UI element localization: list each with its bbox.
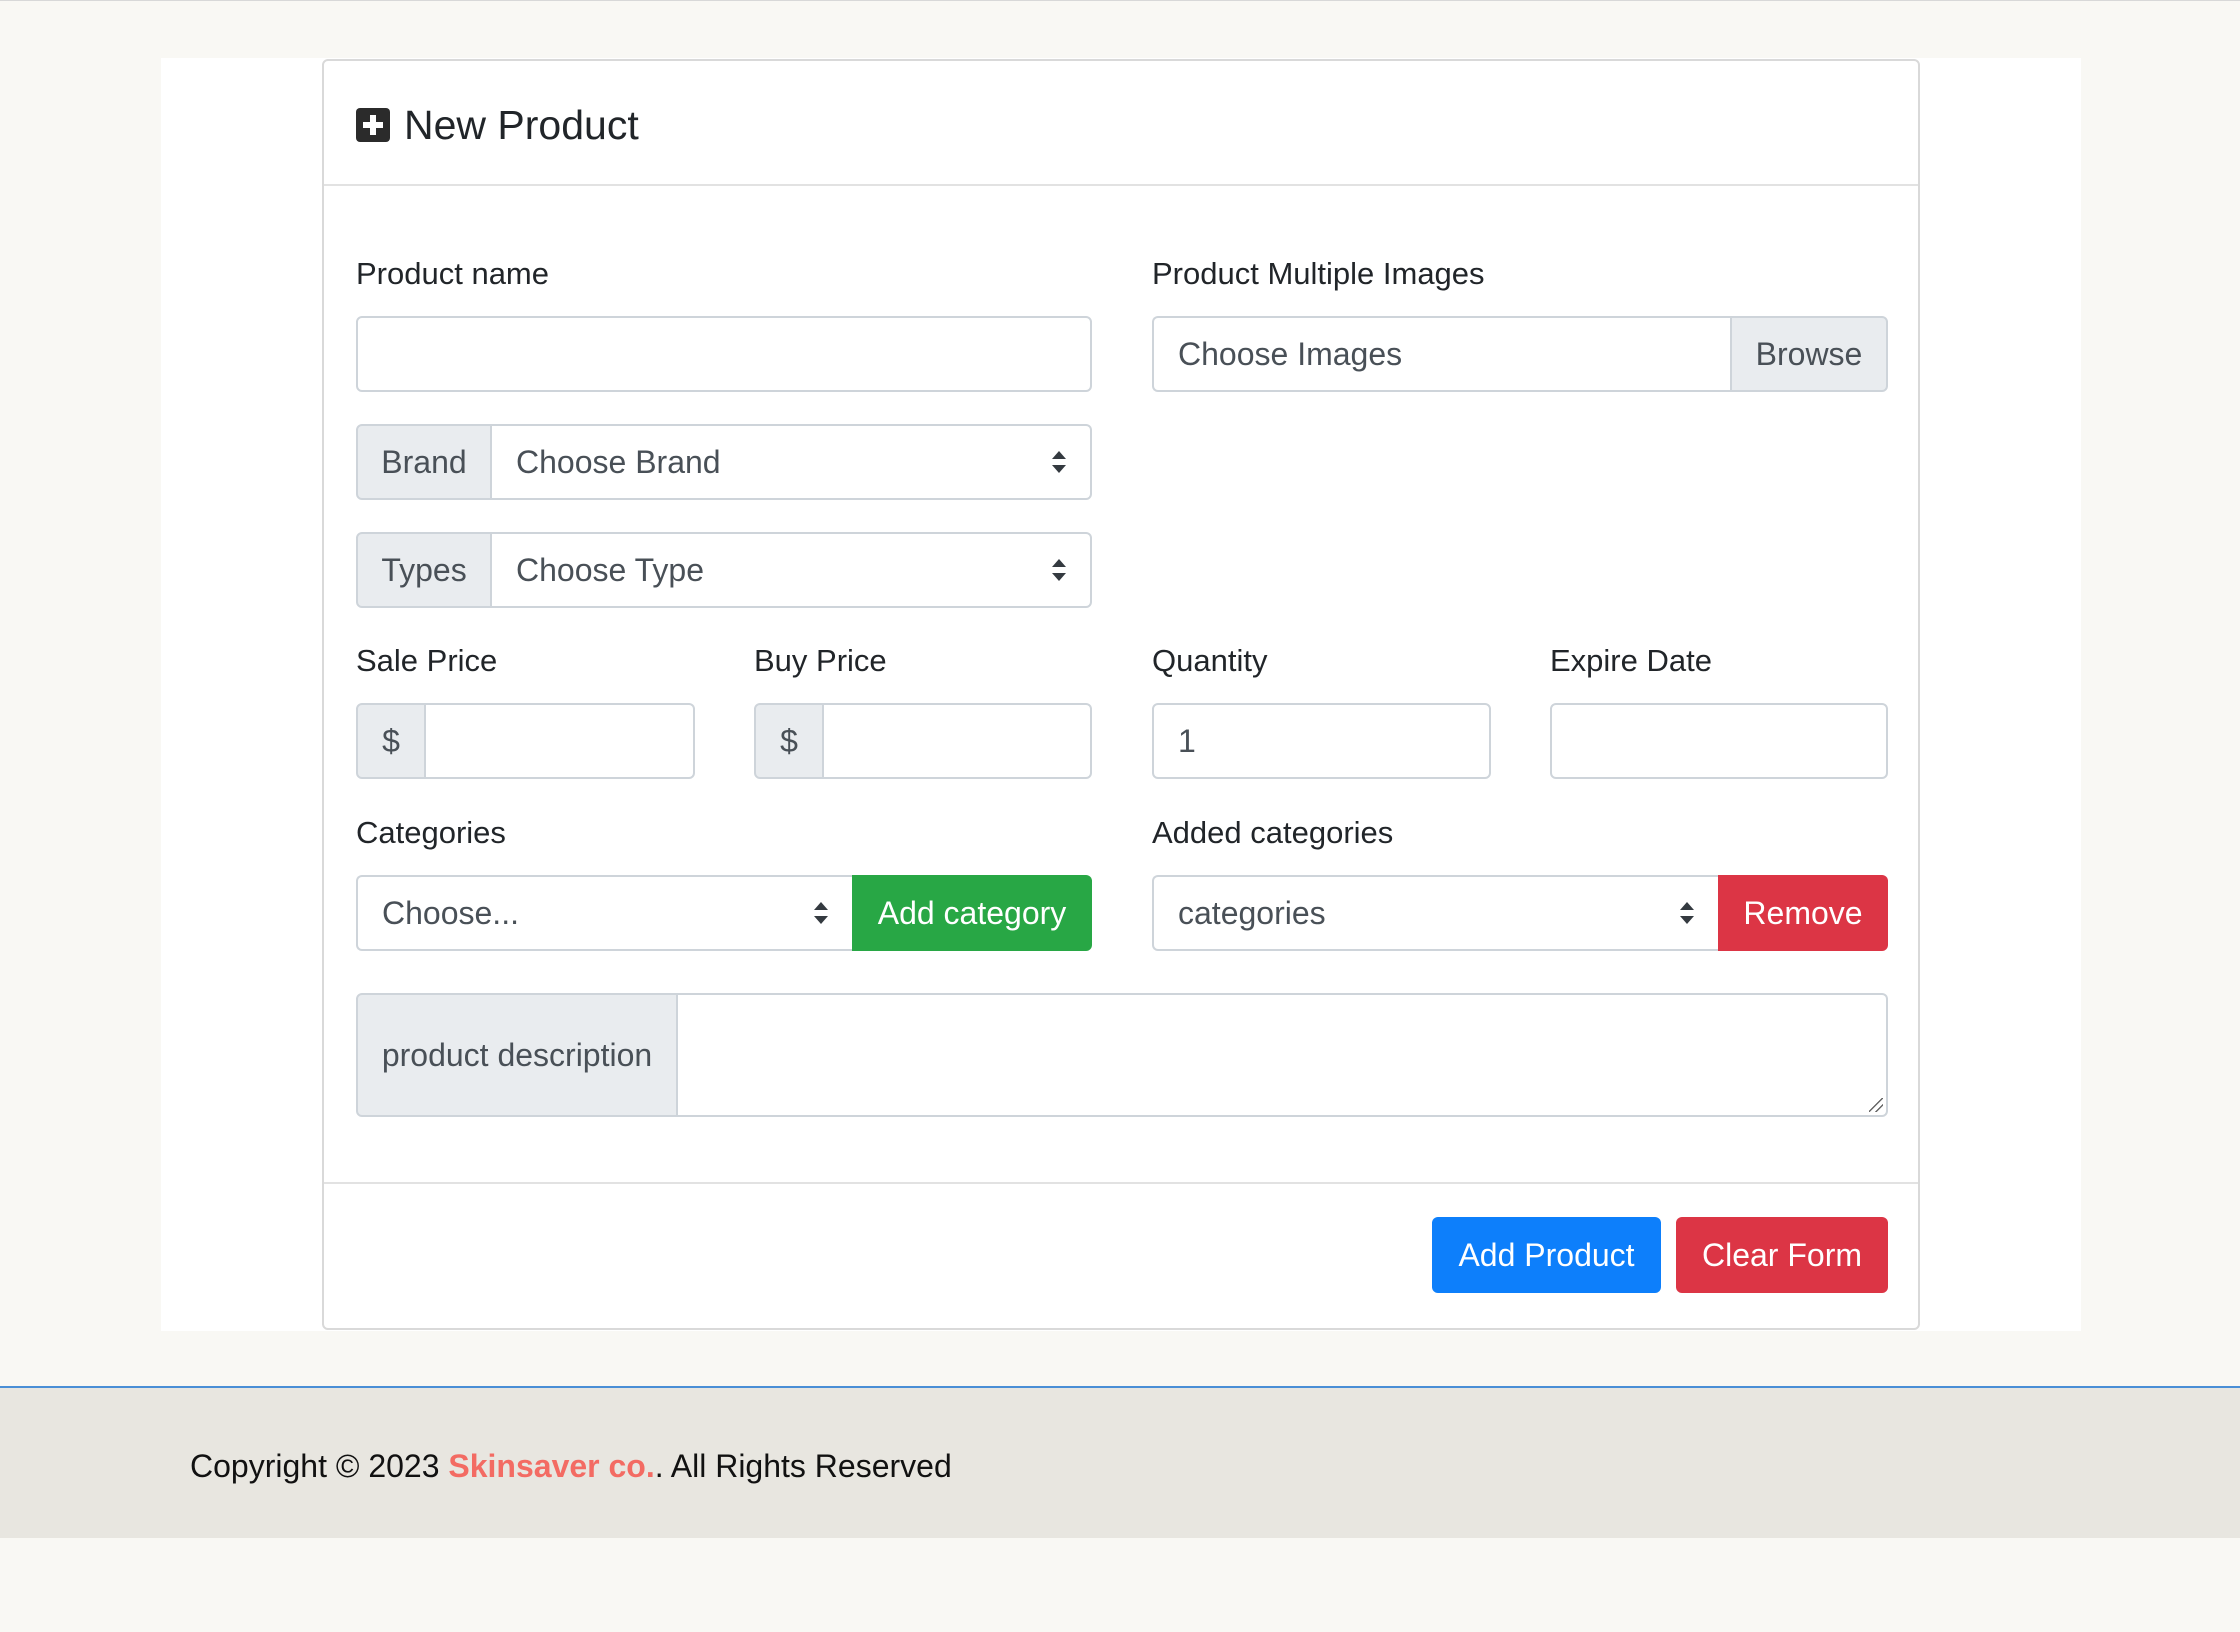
company-link[interactable]: Skinsaver co. bbox=[448, 1448, 654, 1484]
buy-price-input[interactable] bbox=[824, 703, 1092, 779]
select-arrows-icon bbox=[814, 902, 828, 924]
product-name-label: Product name bbox=[356, 256, 549, 291]
select-arrows-icon bbox=[1052, 559, 1066, 581]
sale-price-group: $ bbox=[356, 703, 695, 779]
expire-date-label: Expire Date bbox=[1550, 643, 1712, 678]
select-arrows-icon bbox=[1052, 451, 1066, 473]
site-footer: Copyright © 2023 Skinsaver co.. All Righ… bbox=[0, 1386, 2240, 1538]
types-select[interactable]: Choose Type bbox=[492, 532, 1092, 608]
categories-group: Choose... Add category bbox=[356, 875, 1092, 951]
added-categories-select[interactable]: categories bbox=[1152, 875, 1718, 951]
add-category-button[interactable]: Add category bbox=[852, 875, 1092, 951]
brand-input-group: Brand Choose Brand bbox=[356, 424, 1092, 500]
card-title-text: New Product bbox=[404, 101, 639, 148]
product-name-input[interactable] bbox=[356, 316, 1092, 392]
description-addon: product description bbox=[356, 993, 678, 1117]
plus-square-icon bbox=[356, 108, 390, 142]
quantity-label: Quantity bbox=[1152, 643, 1268, 678]
sale-price-dollar-addon: $ bbox=[356, 703, 426, 779]
types-addon: Types bbox=[356, 532, 492, 608]
sale-price-label: Sale Price bbox=[356, 643, 498, 678]
clear-form-button[interactable]: Clear Form bbox=[1676, 1217, 1888, 1293]
product-images-label: Product Multiple Images bbox=[1152, 256, 1485, 291]
types-input-group: Types Choose Type bbox=[356, 532, 1092, 608]
resize-grip-icon[interactable] bbox=[1869, 1098, 1883, 1112]
brand-addon: Brand bbox=[356, 424, 492, 500]
select-arrows-icon bbox=[1680, 902, 1694, 924]
description-group: product description bbox=[356, 993, 1888, 1117]
remove-category-button[interactable]: Remove bbox=[1718, 875, 1888, 951]
sale-price-input[interactable] bbox=[426, 703, 695, 779]
add-product-button[interactable]: Add Product bbox=[1432, 1217, 1661, 1293]
description-textarea[interactable] bbox=[678, 993, 1888, 1117]
categories-label: Categories bbox=[356, 815, 506, 850]
categories-select[interactable]: Choose... bbox=[356, 875, 852, 951]
product-images-file-input[interactable]: Choose Images Browse bbox=[1152, 316, 1888, 392]
expire-date-input[interactable] bbox=[1550, 703, 1888, 779]
buy-price-label: Buy Price bbox=[754, 643, 887, 678]
buy-price-dollar-addon: $ bbox=[754, 703, 824, 779]
card-header: New Product bbox=[324, 61, 1918, 186]
brand-select[interactable]: Choose Brand bbox=[492, 424, 1092, 500]
card-title: New Product bbox=[356, 101, 639, 149]
browse-button[interactable]: Browse bbox=[1730, 316, 1888, 392]
copyright-text: Copyright © 2023 Skinsaver co.. All Righ… bbox=[190, 1448, 952, 1484]
added-categories-label: Added categories bbox=[1152, 815, 1394, 850]
choose-images-field[interactable]: Choose Images bbox=[1152, 316, 1730, 392]
buy-price-group: $ bbox=[754, 703, 1092, 779]
added-categories-group: categories Remove bbox=[1152, 875, 1888, 951]
card-footer-divider bbox=[324, 1182, 1918, 1184]
new-product-card: New Product Product name Product Multipl… bbox=[322, 59, 1920, 1330]
quantity-input[interactable]: 1 bbox=[1152, 703, 1491, 779]
